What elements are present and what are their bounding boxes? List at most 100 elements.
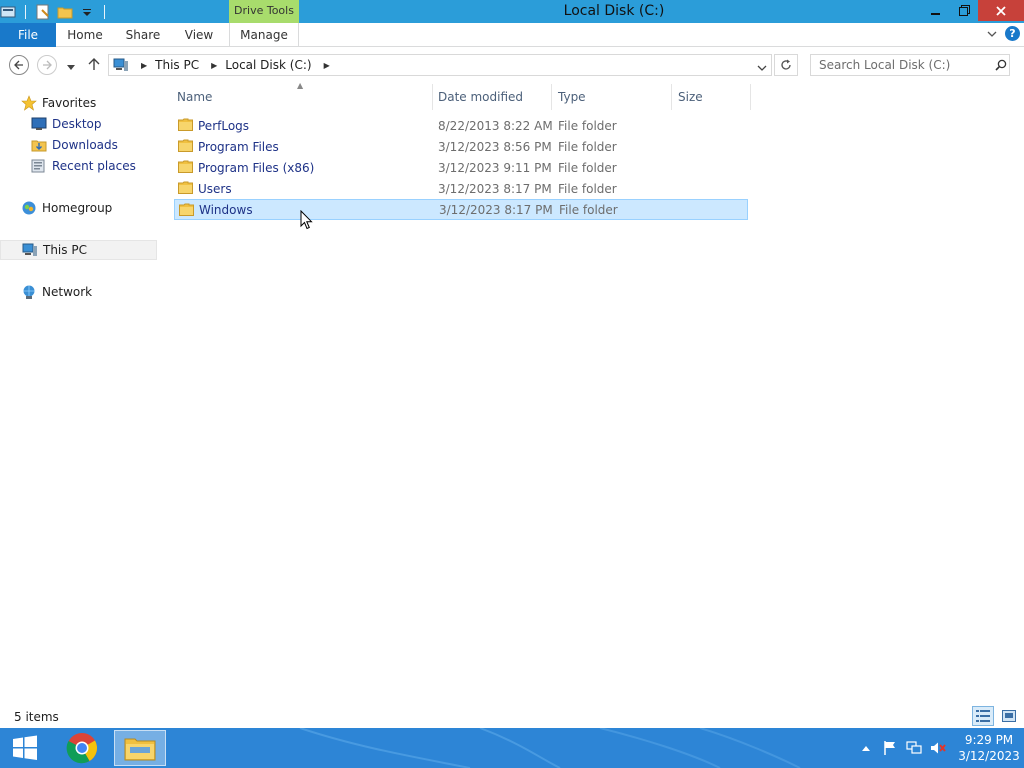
table-row[interactable]: PerfLogs 8/22/2013 8:22 AM File folder [174,115,748,136]
address-history-icon[interactable] [757,61,767,75]
nav-recent-places[interactable]: Recent places [30,156,136,176]
file-date-modified: 3/12/2023 8:17 PM [438,181,552,196]
file-date-modified: 3/12/2023 8:17 PM [439,202,553,217]
nav-homegroup[interactable]: Homegroup [20,198,112,218]
clock-date: 3/12/2023 [958,749,1020,763]
ribbon-tabs: File Home Share View Manage ? [0,23,1024,47]
restore-icon[interactable] [950,0,978,21]
downloads-icon [30,137,48,153]
search-box[interactable] [810,54,1010,76]
nav-homegroup-label: Homegroup [42,201,113,215]
status-bar: 5 items [0,706,1024,728]
new-folder-icon[interactable] [57,4,73,20]
explorer-icon[interactable] [0,4,16,20]
network-icon [20,284,38,300]
nav-recent-places-label: Recent places [52,159,136,173]
nav-downloads-label: Downloads [52,138,118,152]
file-name: Windows [199,202,253,217]
quick-access-toolbar [0,0,111,23]
sort-ascending-icon: ▲ [297,81,304,90]
column-separator[interactable] [551,84,552,110]
nav-downloads[interactable]: Downloads [30,135,118,155]
tab-file[interactable]: File [0,23,56,47]
up-icon[interactable] [88,57,100,74]
table-row-selected[interactable]: Windows 3/12/2023 8:17 PM File folder [174,199,748,220]
title-bar: Drive Tools Local Disk (C:) [0,0,1024,23]
chrome-icon[interactable] [56,730,108,766]
toolbar-separator [104,4,105,19]
properties-icon[interactable] [35,4,51,20]
file-type: File folder [558,118,617,133]
taskbar: 9:29 PM 3/12/2023 [0,728,1024,768]
breadcrumb-separator[interactable]: ▶ [211,61,217,70]
view-switcher [972,706,1020,726]
close-icon[interactable] [978,0,1024,21]
column-header-name[interactable]: Name [177,84,437,110]
network-tray-icon[interactable] [902,738,926,758]
help-button[interactable]: ? [1005,26,1020,41]
column-header-size[interactable]: Size [678,84,748,110]
table-row[interactable]: Program Files 3/12/2023 8:56 PM File fol… [174,136,748,157]
breadcrumb-separator[interactable]: ▶ [324,61,330,70]
table-row[interactable]: Users 3/12/2023 8:17 PM File folder [174,178,748,199]
nav-network-label: Network [42,285,93,299]
recent-locations-icon[interactable] [66,61,76,75]
window-title: Local Disk (C:) [563,3,665,19]
nav-network[interactable]: Network [20,282,92,302]
search-input[interactable] [819,58,989,72]
back-icon[interactable] [9,55,29,75]
file-type: File folder [558,139,617,154]
file-type: File folder [558,181,617,196]
navigation-bar: ▶ This PC ▶ Local Disk (C:) ▶ [0,48,1024,82]
details-view-icon[interactable] [972,706,994,726]
windows-logo-icon[interactable] [0,730,50,766]
customize-qat-icon[interactable] [79,4,95,20]
action-center-icon[interactable] [878,738,902,758]
breadcrumb-local-disk[interactable]: Local Disk (C:) [225,58,311,72]
file-date-modified: 8/22/2013 8:22 AM [438,118,553,133]
tab-home[interactable]: Home [60,23,110,47]
nav-this-pc-label: This PC [43,243,87,257]
breadcrumb-separator[interactable]: ▶ [141,61,147,70]
volume-muted-icon[interactable] [926,738,950,758]
show-hidden-icons-icon[interactable] [854,738,878,758]
column-separator[interactable] [671,84,672,110]
drive-tools-contextual-tab: Drive Tools [229,0,299,23]
star-icon [20,95,38,111]
tab-share[interactable]: Share [118,23,168,47]
column-header-type[interactable]: Type [558,84,668,110]
table-row[interactable]: Program Files (x86) 3/12/2023 9:11 PM Fi… [174,157,748,178]
folder-icon [178,139,193,152]
file-explorer-icon[interactable] [114,730,166,766]
item-count: 5 items [14,710,59,724]
mouse-cursor-icon [300,210,313,230]
nav-this-pc[interactable]: This PC [0,240,157,260]
breadcrumb-this-pc[interactable]: This PC [155,58,199,72]
large-icons-view-icon[interactable] [998,706,1020,726]
column-header-date-modified[interactable]: Date modified [438,84,550,110]
column-separator[interactable] [432,84,433,110]
forward-icon[interactable] [37,55,57,75]
expand-ribbon-icon[interactable] [987,27,997,41]
clock[interactable]: 9:29 PM 3/12/2023 [954,732,1024,764]
refresh-icon[interactable] [774,54,798,76]
nav-desktop[interactable]: Desktop [30,114,102,134]
toolbar-separator [25,4,26,19]
folder-icon [179,203,194,216]
desktop-icon [30,116,48,132]
folder-icon [178,118,193,131]
nav-favorites[interactable]: Favorites [20,93,96,113]
system-tray: 9:29 PM 3/12/2023 [854,728,1024,768]
homegroup-icon [20,200,38,216]
recent-places-icon [30,158,48,174]
folder-icon [178,160,193,173]
address-bar[interactable]: ▶ This PC ▶ Local Disk (C:) ▶ [108,54,772,76]
tab-view[interactable]: View [176,23,222,47]
minimize-icon[interactable] [922,0,950,21]
search-icon[interactable] [995,59,1007,71]
column-separator[interactable] [750,84,751,110]
folder-icon [178,181,193,194]
nav-desktop-label: Desktop [52,117,102,131]
tab-manage[interactable]: Manage [229,23,299,47]
file-name: Users [198,181,232,196]
